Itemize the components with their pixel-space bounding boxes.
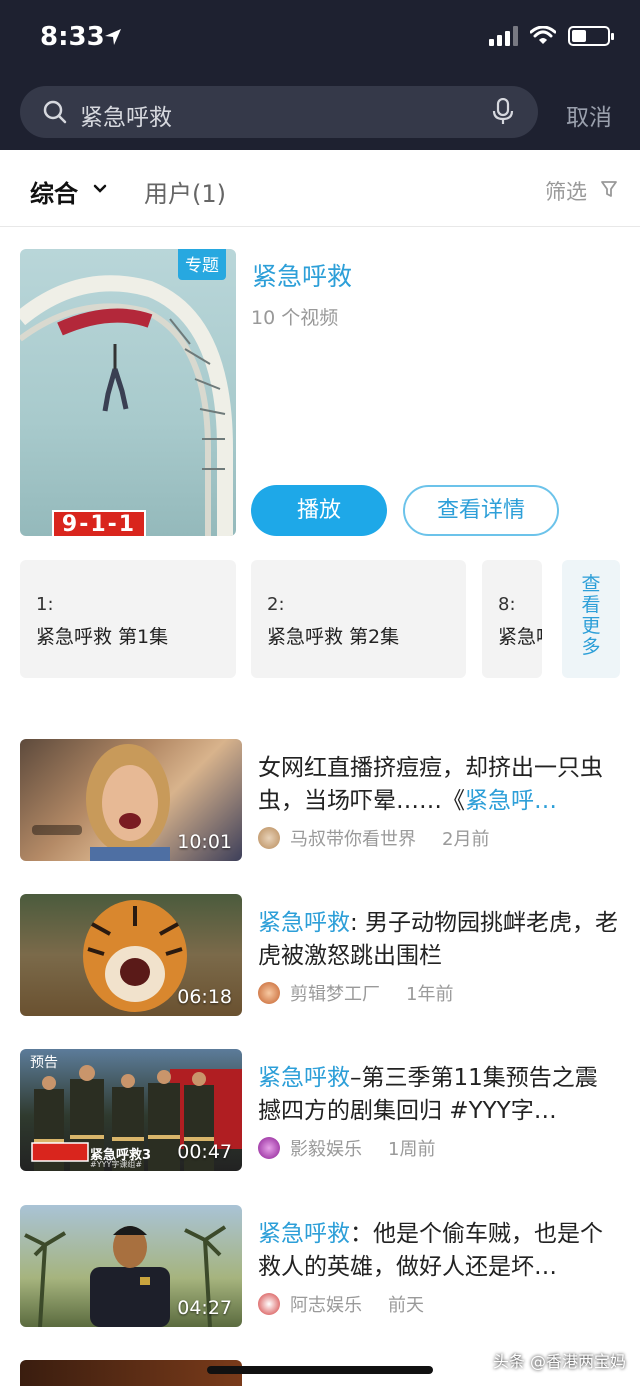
title-highlight: 紧急呼救 [258,910,350,936]
view-more-char: 更 [581,615,601,637]
topic-thumbnail[interactable]: 专题 9-1-1 [20,249,236,536]
episode-number: 2: [267,594,285,615]
cancel-button[interactable]: 取消 [566,98,612,132]
header-bar: 8:33 紧急呼救 取消 [0,0,640,150]
rollercoaster-image [20,275,233,536]
video-time: 1年前 [406,984,454,1005]
title-highlight: 紧急呼… [465,788,557,814]
episode-card[interactable]: 2: 紧急呼救 第2集 [251,560,466,678]
topic-title[interactable]: 紧急呼救 [252,257,352,293]
video-author[interactable]: 影毅娱乐 [290,1135,362,1161]
search-input[interactable]: 紧急呼救 [20,86,538,138]
episode-title: 紧急呼救 第1集 [36,626,169,648]
video-duration: 00:47 [177,1141,232,1163]
episode-card[interactable]: 8: 紧急呼救 [482,560,542,678]
title-highlight: 紧急呼救 [258,1221,350,1247]
video-duration: 06:18 [177,986,232,1008]
status-time: 8:33 [40,22,105,52]
episode-title: 紧急呼救 第2集 [267,626,400,648]
video-title[interactable]: 紧急呼救–第三季第11集预告之震撼四方的剧集回归 #YYY字… [258,1062,620,1128]
episode-card[interactable]: 1: 紧急呼救 第1集 [20,560,236,678]
thumb-subcaption: #YYY字课组# [90,1160,143,1169]
status-icons [489,26,614,46]
wifi-icon [530,26,556,44]
topic-video-count: 10 个视频 [251,307,339,329]
tab-users[interactable]: 用户(1) [144,174,226,209]
play-button[interactable]: 播放 [251,485,387,536]
video-thumbnail[interactable]: 10:01 [20,739,242,861]
view-details-button[interactable]: 查看详情 [403,485,559,536]
view-more-char: 多 [581,636,601,658]
video-author[interactable]: 阿志娱乐 [290,1291,362,1317]
video-time: 1周前 [388,1139,436,1160]
video-meta: 影毅娱乐 1周前 [258,1135,435,1161]
search-icon [43,100,67,124]
video-thumbnail[interactable]: 06:18 [20,894,242,1016]
video-thumbnail[interactable]: 04:27 [20,1205,242,1327]
video-thumbnail[interactable]: 预告 紧急呼救3 #YYY字课组# 00:47 [20,1049,242,1171]
show-logo: 9-1-1 [52,510,146,536]
avatar[interactable] [258,1293,280,1315]
episode-number: 8: [498,594,516,615]
view-more-button[interactable]: 查 看 更 多 [562,560,620,678]
video-meta: 剪辑梦工厂 1年前 [258,980,453,1006]
tab-all[interactable]: 综合 [30,174,78,209]
video-meta: 阿志娱乐 前天 [258,1291,424,1317]
filter-bar: 综合 用户(1) 筛选 [0,150,640,227]
view-more-char: 看 [581,594,601,616]
video-title[interactable]: 紧急呼救：他是个偷车贼，也是个救人的英雄，做好人还是坏… [258,1218,620,1284]
video-author[interactable]: 剪辑梦工厂 [290,980,380,1006]
episode-number: 1: [36,594,54,615]
episode-title: 紧急呼救 [498,626,542,648]
video-title[interactable]: 女网红直播挤痘痘，却挤出一只虫虫，当场吓晕……《紧急呼… [258,752,620,818]
avatar[interactable] [258,1137,280,1159]
filter-icon[interactable] [600,180,618,198]
video-author[interactable]: 马叔带你看世界 [290,825,416,851]
video-duration: 10:01 [177,831,232,853]
title-highlight: 紧急呼救 [258,1065,350,1091]
search-query: 紧急呼救 [80,105,172,131]
avatar[interactable] [258,982,280,1004]
filter-button[interactable]: 筛选 [545,176,587,206]
video-title[interactable]: 紧急呼救: 男子动物园挑衅老虎，老虎被激怒跳出围栏 [258,907,620,973]
video-time: 2月前 [442,829,490,850]
video-meta: 马叔带你看世界 2月前 [258,825,489,851]
chevron-down-icon[interactable] [93,184,107,194]
video-duration: 04:27 [177,1297,232,1319]
watermark: 头条 @香港两宝妈 [492,1352,626,1371]
signal-icon [489,26,518,46]
home-indicator[interactable] [207,1366,433,1374]
avatar[interactable] [258,827,280,849]
location-arrow-icon [105,29,121,45]
preview-label: 预告 [30,1055,58,1071]
microphone-icon[interactable] [492,98,514,126]
topic-badge: 专题 [178,249,226,280]
video-time: 前天 [388,1295,424,1316]
view-more-char: 查 [581,573,601,595]
battery-icon [568,26,614,46]
